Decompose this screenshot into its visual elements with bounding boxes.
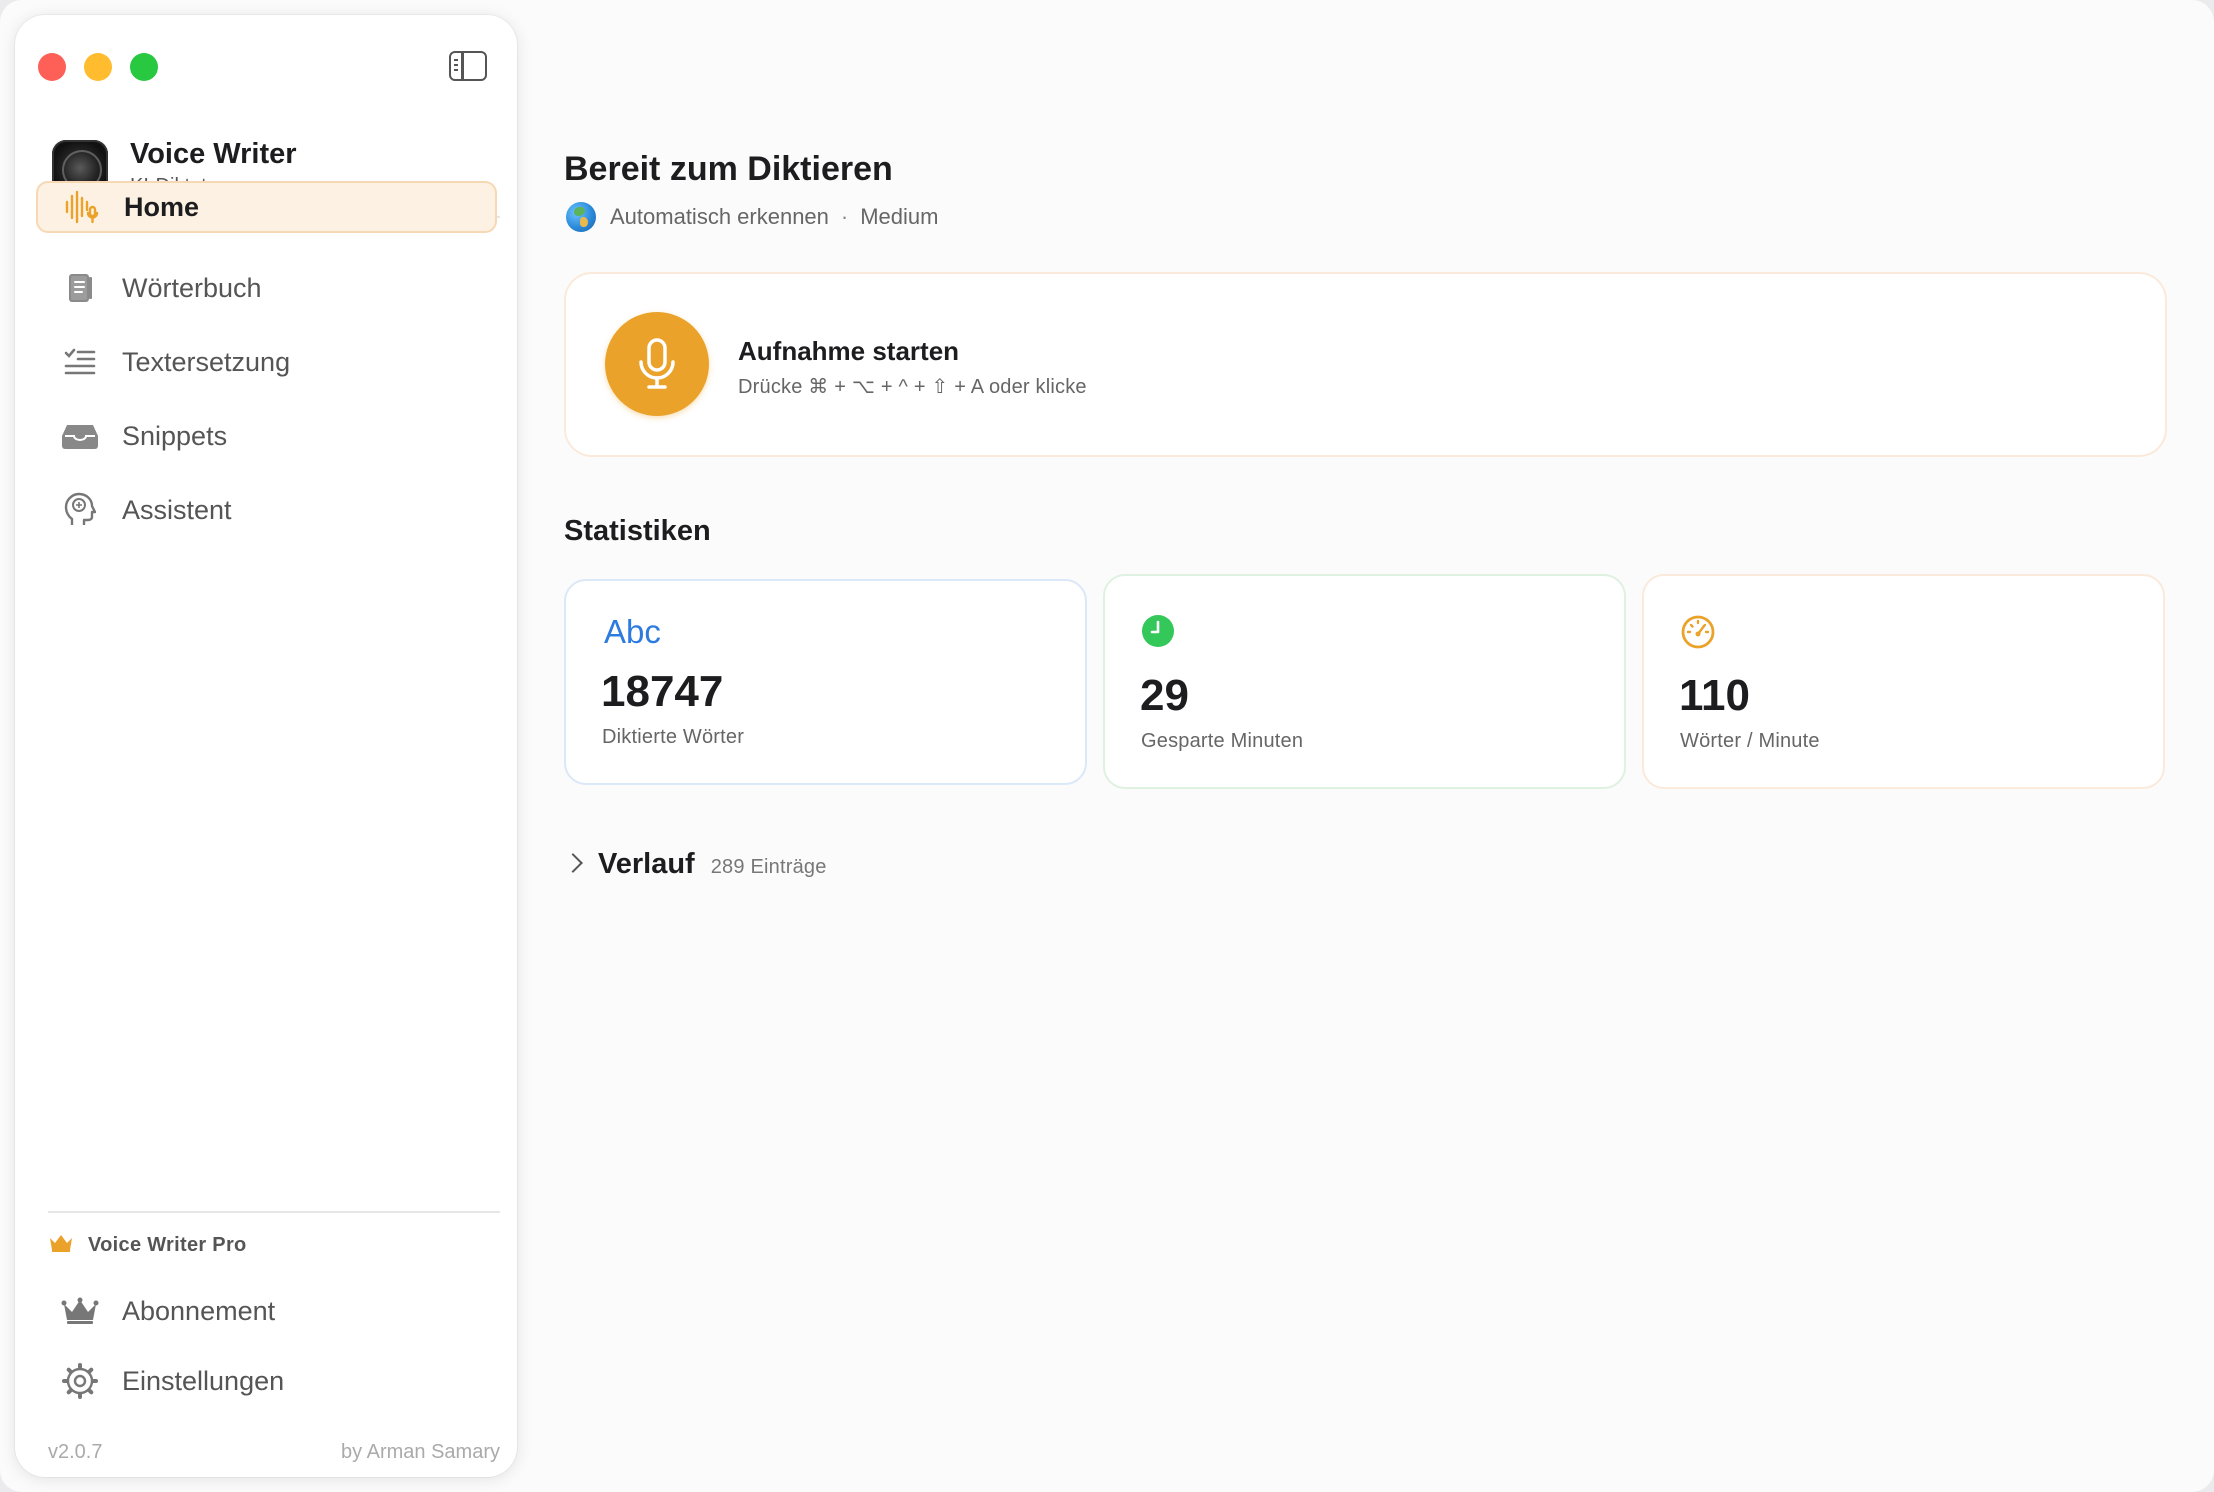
globe-icon [566,202,596,232]
page-title: Bereit zum Diktieren [564,150,893,188]
stats-section-title: Statistiken [564,515,711,547]
sidebar-item-textersetzung[interactable]: Textersetzung [36,325,497,399]
stat-value: 18747 [601,667,724,716]
crown-icon [48,1233,74,1258]
version-label: v2.0.7 [48,1441,103,1463]
minimize-window-button[interactable] [84,53,112,81]
tray-icon [60,416,100,456]
record-button[interactable] [605,312,709,416]
sidebar-item-snippets[interactable]: Snippets [36,399,497,473]
sidebar-nav: Home Wörterbuch Textersetzung Snippets A… [36,181,497,547]
speedometer-icon [1680,614,1716,655]
stat-card-minutes: 29 Gesparte Minuten [1103,574,1626,789]
stat-label: Gesparte Minuten [1141,730,1304,752]
window-controls [38,53,158,81]
sidebar-toggle-icon[interactable] [449,51,487,81]
chevron-right-icon[interactable] [563,853,583,873]
stat-value: 29 [1140,671,1189,720]
app-window: Voice Writer KI-Diktat [0,0,2214,1492]
text-replace-icon [60,342,100,382]
book-icon [60,268,100,308]
close-window-button[interactable] [38,53,66,81]
abc-icon: Abc [604,613,661,650]
pro-label-text: Voice Writer Pro [88,1234,247,1256]
sidebar-item-label: Abonnement [122,1295,276,1326]
stat-label: Diktierte Wörter [602,726,745,748]
brain-head-icon [60,490,100,530]
sidebar-item-label: Einstellungen [122,1365,285,1396]
start-recording-card[interactable]: Aufnahme starten Drücke ⌘ + ⌥ + ^ + ⇧ + … [564,272,2167,457]
sidebar-item-label: Textersetzung [122,346,291,377]
dictation-settings-summary[interactable]: Automatisch erkennen · Medium [566,202,938,232]
sidebar-item-label: Home [124,191,200,222]
microphone-icon [639,338,675,389]
separator: · [840,204,849,229]
language-label: Automatisch erkennen [610,204,829,229]
gear-icon [60,1361,100,1401]
sidebar-item-einstellungen[interactable]: Einstellungen [36,1346,497,1416]
sidebar-footer: v2.0.7 by Arman Samary [48,1441,500,1464]
stat-label: Wörter / Minute [1680,730,1820,752]
sidebar-item-abonnement[interactable]: Abonnement [36,1276,497,1346]
stat-card-words: Abc 18747 Diktierte Wörter [564,579,1087,785]
author-label: by Arman Samary [341,1441,500,1463]
history-title: Verlauf [598,848,695,880]
app-name: Voice Writer [130,138,297,170]
stat-card-wpm: 110 Wörter / Minute [1642,574,2165,789]
sidebar-divider [48,1211,500,1213]
sidebar-item-woerterbuch[interactable]: Wörterbuch [36,251,497,325]
sidebar-bottom-nav: Abonnement Einstellungen [36,1276,497,1416]
sidebar-item-home[interactable]: Home [36,181,497,233]
sidebar-item-assistent[interactable]: Assistent [36,473,497,547]
sidebar: Voice Writer KI-Diktat [15,15,517,1477]
record-title: Aufnahme starten [738,336,960,366]
stat-value: 110 [1679,671,1750,720]
pro-section-label: Voice Writer Pro [48,1233,247,1258]
record-shortcut-hint: Drücke ⌘ + ⌥ + ^ + ⇧ + A oder klicke [738,376,1087,398]
sidebar-item-label: Wörterbuch [122,272,262,303]
model-label: Medium [860,204,939,229]
crown-icon [60,1291,100,1331]
main-content: Bereit zum Diktieren Automatisch erkenne… [563,0,2214,1492]
history-disclosure[interactable]: Verlauf 289 Einträge [563,848,827,881]
sidebar-item-label: Snippets [122,420,228,451]
waveform-mic-icon [62,187,102,227]
sidebar-item-label: Assistent [122,494,232,525]
clock-icon [1141,614,1175,653]
history-count: 289 Einträge [710,856,827,878]
zoom-window-button[interactable] [130,53,158,81]
